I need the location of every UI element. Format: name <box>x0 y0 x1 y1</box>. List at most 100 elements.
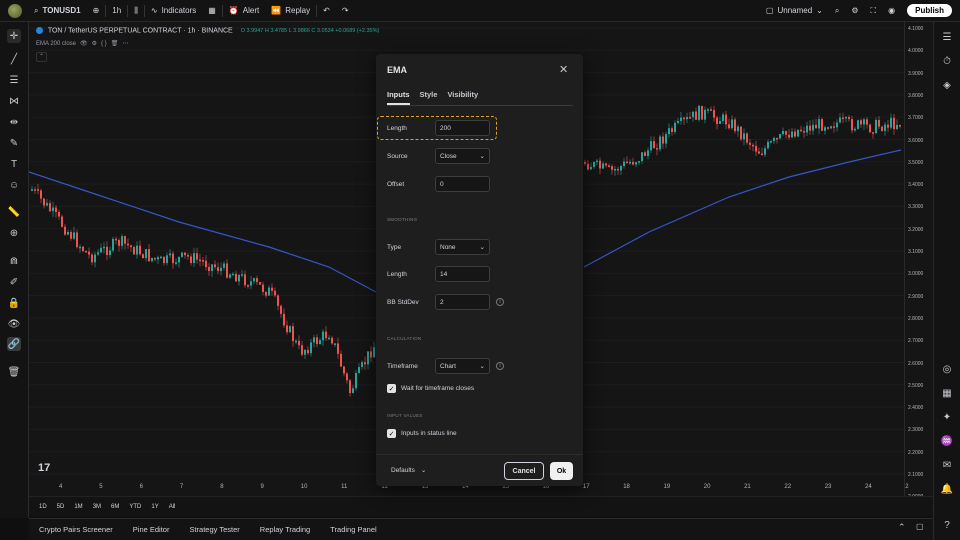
watchlist-icon[interactable]: ☰ <box>940 30 954 44</box>
range-button[interactable]: 1Y <box>151 504 158 510</box>
bottom-tab[interactable]: Crypto Pairs Screener <box>39 525 113 534</box>
chevron-up-icon[interactable]: ⌃ <box>898 522 906 533</box>
bottom-tab[interactable]: Pine Editor <box>133 525 170 534</box>
source-select[interactable]: Close ⌄ <box>435 148 490 164</box>
fib-icon[interactable]: ☰ <box>7 73 21 87</box>
eye-icon[interactable]: 👁 <box>7 317 21 331</box>
redo-button[interactable]: ↷ <box>336 0 355 22</box>
trash-icon[interactable]: 🗑 <box>111 40 119 47</box>
magnet-icon[interactable]: ⋒ <box>7 254 21 268</box>
layers-icon[interactable]: ◈ <box>940 78 954 92</box>
chat-icon[interactable]: ✉ <box>940 458 954 472</box>
symbol-search[interactable]: ⌕ TONUSD1 <box>28 0 87 22</box>
tab-inputs[interactable]: Inputs <box>387 90 410 105</box>
candle-body <box>623 161 625 167</box>
undo-button[interactable]: ↶ <box>317 0 336 22</box>
candle-body <box>238 274 240 282</box>
settings-button[interactable]: ⚙ <box>845 0 864 22</box>
smoothing-section-title: SMOOTHING <box>387 217 418 222</box>
source-code-icon[interactable]: { } <box>101 41 107 47</box>
wait-closes-checkbox[interactable]: ✓ <box>387 384 396 393</box>
replay-button[interactable]: ⏪ Replay <box>265 0 316 22</box>
bottom-tab[interactable]: Trading Panel <box>330 525 376 534</box>
range-button[interactable]: 6M <box>111 504 119 510</box>
tab-visibility[interactable]: Visibility <box>447 90 478 105</box>
eye-icon[interactable]: 👁 <box>80 40 88 47</box>
pattern-icon[interactable]: ⋈ <box>7 94 21 108</box>
range-button[interactable]: All <box>169 504 176 510</box>
range-button[interactable]: 3M <box>93 504 101 510</box>
smooth-length-label: Length <box>387 270 407 278</box>
templates-button[interactable]: ▦ <box>202 0 222 22</box>
bottom-tab[interactable]: Strategy Tester <box>189 525 239 534</box>
emoji-icon[interactable]: ☺ <box>7 178 21 192</box>
price-tick: 3.3000 <box>908 204 924 211</box>
gear-icon[interactable]: ⚙ <box>92 40 97 47</box>
zoom-icon[interactable]: ⊕ <box>7 226 21 240</box>
range-button[interactable]: 5D <box>57 504 65 510</box>
tab-style[interactable]: Style <box>420 90 438 105</box>
price-axis[interactable]: 4.1000 4.0000 3.9000 3.8000 3.7000 3.6000 3.50… <box>904 22 933 500</box>
info-icon[interactable]: i <box>496 298 504 306</box>
alert-button[interactable]: ⏰ Alert <box>223 0 265 22</box>
range-button[interactable]: YTD <box>129 504 141 510</box>
smooth-length-input[interactable]: 14 <box>435 266 490 282</box>
info-icon[interactable]: i <box>496 362 504 370</box>
candle-body <box>133 247 135 255</box>
interval-button[interactable]: 1h <box>106 0 127 22</box>
brush-icon[interactable]: ✎ <box>7 136 21 150</box>
target-icon[interactable]: ◎ <box>940 362 954 376</box>
dialog-title: EMA <box>387 65 407 75</box>
cancel-button[interactable]: Cancel <box>504 462 544 480</box>
candle-body <box>169 253 171 256</box>
candle-body <box>178 256 180 263</box>
pencil-lock-icon[interactable]: ✐ <box>7 275 21 289</box>
status-line-row[interactable]: ✓ Inputs in status line <box>387 429 457 438</box>
indicators-button[interactable]: ∿ Indicators <box>145 0 202 22</box>
streams-icon[interactable]: ♒ <box>940 434 954 448</box>
fullscreen-button[interactable]: ⛶ <box>865 0 883 22</box>
more-icon[interactable]: ⋯ <box>122 40 128 47</box>
maximize-icon[interactable]: ▢ <box>916 522 924 531</box>
trash-icon[interactable]: 🗑 <box>7 365 21 379</box>
candle-body <box>692 111 694 118</box>
layout-button[interactable]: ▢ Unnamed ⌄ <box>760 0 829 22</box>
lock-icon[interactable]: 🔒 <box>7 296 21 310</box>
collapse-legend-button[interactable]: ⌃ <box>36 52 47 62</box>
help-icon[interactable]: ? <box>940 518 954 532</box>
type-select[interactable]: None ⌄ <box>435 239 490 255</box>
bottom-tab[interactable]: Replay Trading <box>260 525 310 534</box>
close-icon[interactable]: ✕ <box>559 63 568 76</box>
bb-stddev-input[interactable]: 2 <box>435 294 490 310</box>
notifications-bell-icon[interactable]: 🔔 <box>940 482 954 496</box>
crosshair-icon[interactable]: ✛ <box>7 29 21 43</box>
chart-type-button[interactable]: ⫼ <box>128 0 144 22</box>
dialog-tabs: Inputs Style Visibility <box>387 90 478 105</box>
calendar-icon[interactable]: ▦ <box>940 386 954 400</box>
indicator-legend[interactable]: EMA 200 close 👁 ⚙ { } 🗑 ⋯ <box>36 40 128 48</box>
range-button[interactable]: 1M <box>74 504 82 510</box>
tab-divider <box>387 105 573 106</box>
link-icon[interactable]: 🔗 <box>7 337 21 351</box>
range-button[interactable]: 1D <box>39 504 47 510</box>
defaults-dropdown[interactable]: Defaults ⌄ <box>387 462 442 478</box>
alerts-clock-icon[interactable]: ⏱ <box>940 54 954 68</box>
snapshot-button[interactable]: ◉ <box>882 0 901 22</box>
status-line-checkbox[interactable]: ✓ <box>387 429 396 438</box>
candle-body <box>701 105 703 120</box>
ok-button[interactable]: Ok <box>550 462 573 480</box>
ruler-icon[interactable]: 📏 <box>7 205 21 219</box>
publish-button[interactable]: Publish <box>907 4 952 17</box>
measure-icon[interactable]: ⇹ <box>7 115 21 129</box>
trendline-icon[interactable]: ╱ <box>7 52 21 66</box>
compare-button[interactable]: ⊕ <box>87 0 106 22</box>
text-icon[interactable]: T <box>7 157 21 171</box>
length-input[interactable]: 200 <box>435 120 490 136</box>
timeframe-select[interactable]: Chart ⌄ <box>435 358 490 374</box>
ideas-icon[interactable]: ✦ <box>940 410 954 424</box>
candle-body <box>686 117 688 120</box>
offset-input[interactable]: 0 <box>435 176 490 192</box>
quick-search-button[interactable]: ⌕ <box>829 0 845 22</box>
avatar[interactable] <box>8 3 22 18</box>
wait-closes-row[interactable]: ✓ Wait for timeframe closes <box>387 384 474 393</box>
